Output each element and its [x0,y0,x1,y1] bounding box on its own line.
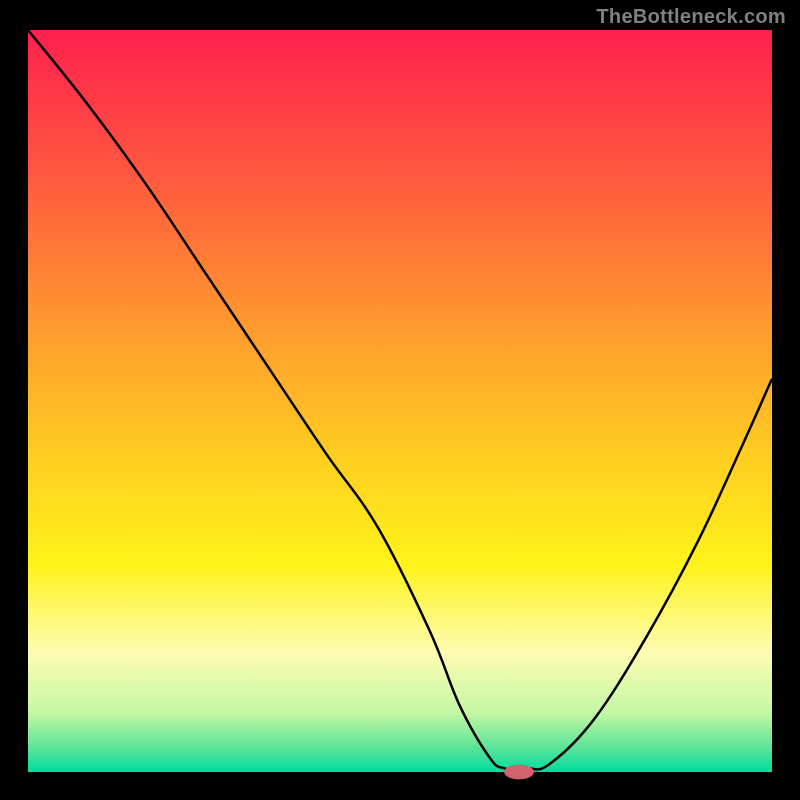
optimum-marker [504,765,534,780]
bottleneck-chart [0,0,800,800]
plot-background [28,30,772,772]
chart-stage: TheBottleneck.com [0,0,800,800]
